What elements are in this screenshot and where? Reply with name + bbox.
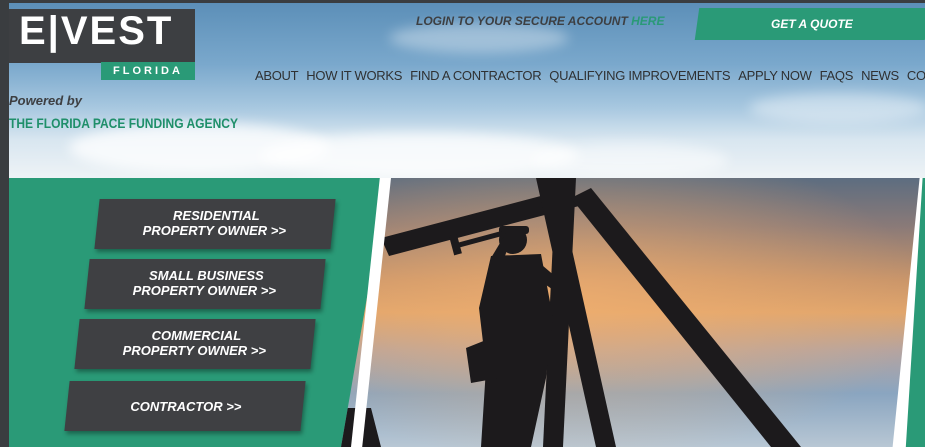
residential-line1: RESIDENTIAL [173,208,260,223]
small-business-owner-button[interactable]: SMALL BUSINESS PROPERTY OWNER >> [84,259,326,309]
site-header: E|VEST FLORIDA Powered by THE FLORIDA PA… [9,3,925,178]
page-frame: E|VEST FLORIDA Powered by THE FLORIDA PA… [9,3,925,447]
logo-subtitle: FLORIDA [101,62,195,80]
commercial-line1: COMMERCIAL [151,328,242,343]
contractor-button[interactable]: CONTRACTOR >> [64,381,306,431]
nav-apply-now[interactable]: APPLY NOW [738,68,812,83]
nav-news[interactable]: NEWS [861,68,899,83]
nav-how-it-works[interactable]: HOW IT WORKS [306,68,402,83]
construction-worker-silhouette [341,178,925,447]
residential-owner-button[interactable]: RESIDENTIAL PROPERTY OWNER >> [94,199,336,249]
login-prompt: LOGIN TO YOUR SECURE ACCOUNT HERE [416,14,664,28]
logo-text: E|VEST [19,9,174,53]
nav-contact[interactable]: CONTACT [907,68,925,83]
login-text: LOGIN TO YOUR SECURE ACCOUNT [416,14,628,28]
get-quote-label: GET A QUOTE [771,17,853,31]
commercial-line2: PROPERTY OWNER >> [122,343,266,358]
hero-image [341,178,925,447]
get-quote-button[interactable]: GET A QUOTE [694,8,925,40]
login-link[interactable]: HERE [631,14,664,28]
agency-name[interactable]: THE FLORIDA PACE FUNDING AGENCY [9,115,238,131]
main-nav: ABOUT HOW IT WORKS FIND A CONTRACTOR QUA… [255,68,925,83]
nav-faqs[interactable]: FAQS [820,68,854,83]
small-business-line2: PROPERTY OWNER >> [132,283,276,298]
contractor-label: CONTRACTOR >> [130,399,242,414]
powered-by-label: Powered by [9,93,82,108]
nav-qualifying-improvements[interactable]: QUALIFYING IMPROVEMENTS [549,68,730,83]
residential-line2: PROPERTY OWNER >> [142,223,286,238]
nav-about[interactable]: ABOUT [255,68,299,83]
nav-find-contractor[interactable]: FIND A CONTRACTOR [410,68,541,83]
commercial-owner-button[interactable]: COMMERCIAL PROPERTY OWNER >> [74,319,316,369]
small-business-line1: SMALL BUSINESS [149,268,264,283]
